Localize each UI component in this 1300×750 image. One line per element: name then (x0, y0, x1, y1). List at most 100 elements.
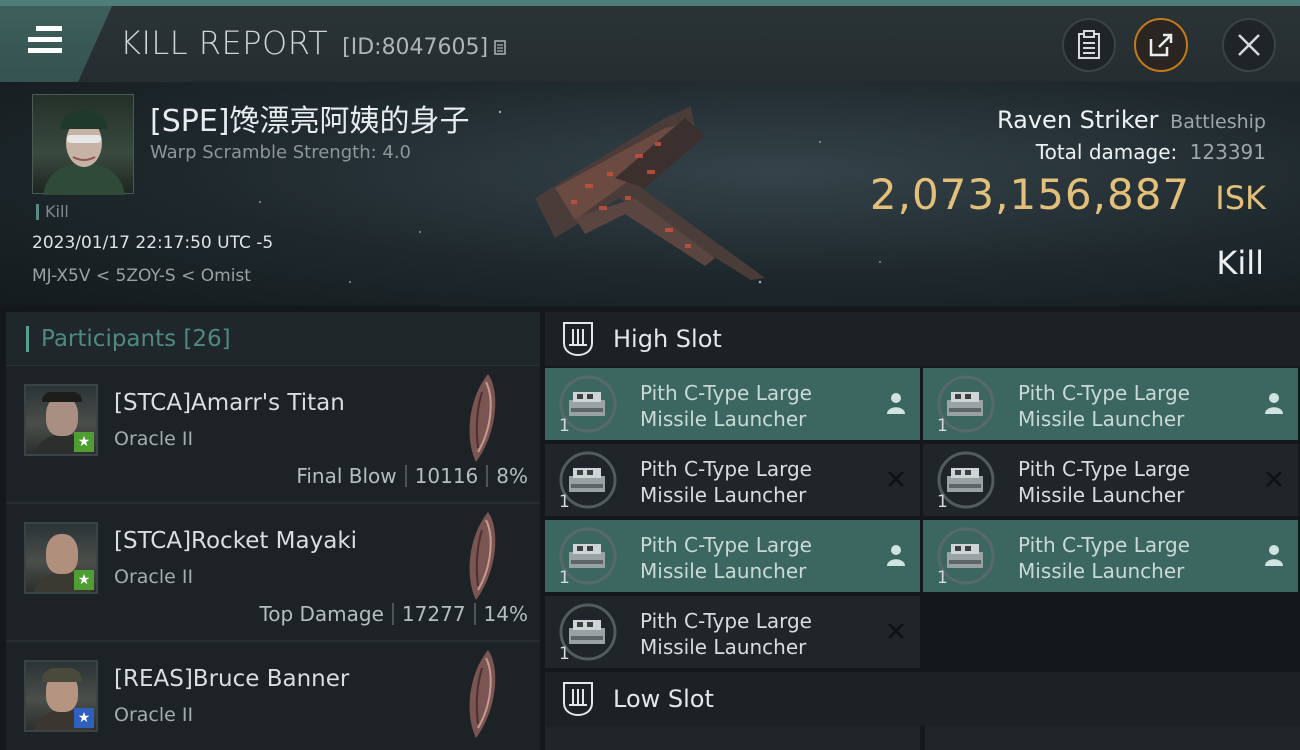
low-slot-item-partial[interactable] (925, 726, 1300, 750)
star-icon: ★ (74, 708, 94, 728)
cap (42, 668, 82, 682)
module-name: Pith C-Type Large Missile Launcher (1018, 380, 1190, 432)
participant-name: [STCA]Amarr's Titan (114, 390, 345, 416)
participant-stats: Final Blow 10116 8% (296, 464, 528, 488)
low-slot-header: Low Slot (545, 672, 1300, 726)
module-item[interactable]: 1 Pith C-Type Large Missile Launcher (545, 368, 920, 440)
victim-summary: [SPE]馋漂亮阿姨的身子 Warp Scramble Strength: 4.… (0, 82, 1300, 306)
total-damage-label: Total damage: (1035, 140, 1178, 164)
person-icon (1265, 393, 1283, 414)
participant-ship: Oracle II (114, 428, 194, 450)
participant-row[interactable]: ★ [STCA]Amarr's Titan Oracle II Final Bl… (6, 366, 540, 504)
destroyed-x-icon (1266, 471, 1282, 487)
participant-ship: Oracle II (114, 704, 194, 726)
module-item[interactable]: 1 Pith C-Type Large Missile Launcher (545, 596, 920, 668)
destroyed-x-icon (888, 623, 904, 639)
copy-icon[interactable] (494, 38, 508, 56)
page-title: KILL REPORT (120, 24, 329, 62)
module-name: Pith C-Type Large Missile Launcher (640, 608, 812, 660)
total-damage-value: 123391 (1189, 140, 1266, 164)
destroyed-x-icon (888, 471, 904, 487)
menu-button[interactable] (0, 6, 112, 82)
module-item[interactable]: 1 Pith C-Type Large Missile Launcher (923, 368, 1298, 440)
close-icon (1238, 34, 1260, 56)
module-name-line2: Missile Launcher (640, 407, 807, 431)
header-accent-bar (26, 325, 29, 352)
ship-image (535, 106, 765, 280)
module-name-line2: Missile Launcher (1018, 559, 1185, 583)
module-name: Pith C-Type Large Missile Launcher (640, 380, 812, 432)
participant-ship: Oracle II (114, 566, 194, 588)
participant-role: Final Blow (296, 464, 397, 488)
participant-stats: Top Damage 17277 14% (259, 602, 528, 626)
ship-icon (469, 650, 496, 738)
participant-damage: 10116 (414, 464, 479, 488)
kill-datetime: 2023/01/17 22:17:50 UTC -5 (32, 233, 274, 253)
module-name-line1: Pith C-Type Large (640, 533, 812, 557)
module-name-line1: Pith C-Type Large (640, 609, 812, 633)
module-item[interactable]: 1 Pith C-Type Large Missile Launcher (545, 520, 920, 592)
module-item[interactable]: 1 Pith C-Type Large Missile Launcher (923, 444, 1298, 516)
module-name-line2: Missile Launcher (640, 559, 807, 583)
victim-portrait[interactable] (32, 94, 134, 195)
share-icon (1149, 33, 1173, 57)
participant-damage: 17277 (401, 602, 466, 626)
kill-location[interactable]: MJ-X5V < 5ZOY-S < Omist (32, 266, 251, 286)
low-slot-icon (563, 682, 593, 717)
module-quantity: 1 (559, 416, 570, 436)
low-slot-label: Low Slot (613, 685, 714, 713)
clipboard-button[interactable] (1062, 18, 1116, 72)
participant-percent: 8% (496, 464, 528, 488)
module-name: Pith C-Type Large Missile Launcher (640, 456, 812, 508)
close-button[interactable] (1222, 18, 1276, 72)
title-group: KILL REPORT [ID:8047605] (120, 24, 508, 62)
isk-value: 2,073,156,887 ISK (870, 170, 1266, 219)
warp-scramble-strength: Warp Scramble Strength: 4.0 (150, 142, 412, 163)
module-name-line2: Missile Launcher (1018, 407, 1185, 431)
share-button[interactable] (1134, 18, 1188, 72)
module-name-line2: Missile Launcher (640, 483, 807, 507)
avatar[interactable]: ★ (24, 384, 98, 456)
hamburger-icon (28, 26, 62, 59)
fitting-panel[interactable]: High Slot 1 Pith C-Type Large Missile Laun… (545, 312, 1300, 750)
module-name-line2: Missile Launcher (640, 635, 807, 659)
avatar[interactable]: ★ (24, 660, 98, 732)
ship-icon (469, 512, 496, 600)
kill-type: Kill (1216, 244, 1264, 282)
participants-label: Participants [26] (41, 326, 231, 352)
module-item[interactable]: 1 Pith C-Type Large Missile Launcher (923, 520, 1298, 592)
participants-header: Participants [26] (6, 312, 540, 366)
participant-row[interactable]: ★ [REAS]Bruce Banner Oracle II (6, 642, 540, 750)
module-quantity: 1 (937, 492, 948, 512)
participant-row[interactable]: ★ [STCA]Rocket Mayaki Oracle II Top Dama… (6, 504, 540, 642)
high-slot-icon (563, 322, 593, 357)
high-slot-label: High Slot (613, 325, 722, 353)
module-quantity: 1 (559, 644, 570, 664)
isk-unit: ISK (1215, 179, 1266, 217)
participant-name: [REAS]Bruce Banner (114, 666, 350, 692)
ship-icon (469, 374, 496, 462)
kill-tag: Kill (36, 204, 69, 220)
portrait-figure (43, 110, 125, 195)
victim-name[interactable]: [SPE]馋漂亮阿姨的身子 (150, 96, 470, 140)
module-quantity: 1 (937, 568, 948, 588)
ship-name-line[interactable]: Raven Striker Battleship (997, 106, 1266, 134)
ship-name: Raven Striker (997, 106, 1159, 134)
participants-count: [26] (183, 325, 231, 352)
high-slot-header: High Slot (545, 312, 1300, 366)
participant-percent: 14% (483, 602, 528, 626)
low-slot-item-partial[interactable] (545, 726, 920, 750)
module-quantity: 1 (937, 416, 948, 436)
module-name-line1: Pith C-Type Large (1018, 457, 1190, 481)
module-item[interactable]: 1 Pith C-Type Large Missile Launcher (545, 444, 920, 516)
person-icon (1265, 545, 1283, 566)
avatar[interactable]: ★ (24, 522, 98, 594)
star-icon: ★ (74, 570, 94, 590)
module-name-line1: Pith C-Type Large (1018, 381, 1190, 405)
top-bar: KILL REPORT [ID:8047605] (0, 0, 1300, 82)
module-quantity: 1 (559, 568, 570, 588)
clipboard-icon (1078, 30, 1100, 59)
participants-panel[interactable]: Participants [26] ★ [STCA]Amarr's Titan … (6, 312, 540, 750)
isk-amount: 2,073,156,887 (869, 170, 1191, 219)
star-icon: ★ (74, 432, 94, 452)
